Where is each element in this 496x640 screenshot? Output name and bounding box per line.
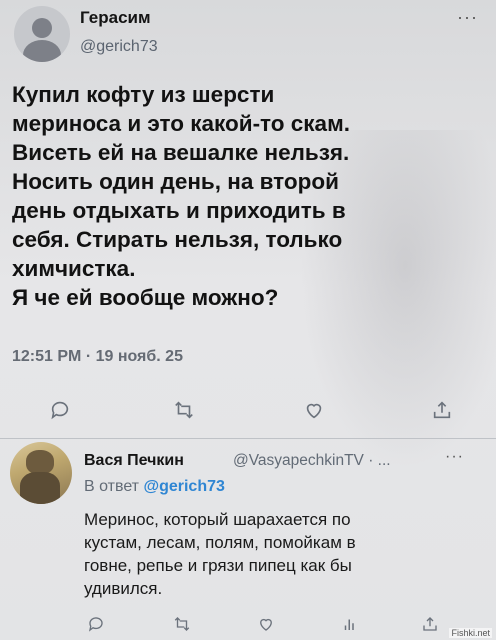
reply-to-prefix: В ответ xyxy=(84,478,140,495)
tweet-timestamp[interactable]: 12:51 PM · 19 нояб. 25 xyxy=(12,348,183,366)
tweet-text-line: Носить один день, на второй xyxy=(12,169,339,194)
like-icon[interactable] xyxy=(302,398,326,422)
share-icon[interactable] xyxy=(430,398,454,422)
reply-to-mention[interactable]: @gerich73 xyxy=(143,478,224,495)
tweet-text-line: себя. Стирать нельзя, только xyxy=(12,227,343,252)
reply-text-line: Меринос, который шарахается по xyxy=(84,510,351,529)
site-watermark: Fishki.net xyxy=(449,628,492,638)
tweet-screenshot: Герасим @gerich73 ··· Купил кофту из шер… xyxy=(0,0,496,640)
reply-more-options-icon[interactable]: ··· xyxy=(445,448,464,466)
tweet-text-line: Купил кофту из шерсти xyxy=(12,82,275,107)
more-options-icon[interactable]: ··· xyxy=(457,8,478,26)
author-display-name[interactable]: Герасим xyxy=(80,8,151,28)
retweet-icon[interactable] xyxy=(172,398,196,422)
reply-actions-bar xyxy=(0,614,496,636)
avatar-creature-head xyxy=(26,450,54,474)
reply-author-name[interactable]: Вася Печкин xyxy=(84,452,184,470)
thread-divider xyxy=(0,438,496,439)
reply-to-line: В ответ @gerich73 xyxy=(84,478,225,496)
avatar-body-shape xyxy=(23,40,61,62)
reply-text-line: кустам, лесам, полям, помойкам в xyxy=(84,533,356,552)
tweet-text-line: Я че ей вообще можно? xyxy=(12,285,279,310)
tweet-actions-bar xyxy=(0,398,496,424)
like-icon[interactable] xyxy=(254,614,278,634)
tweet-text-line: мериноса и это какой-то скам. xyxy=(12,111,350,136)
tweet-text-line: день отдыхать и приходить в xyxy=(12,198,346,223)
reply-text: Меринос, который шарахается по кустам, л… xyxy=(84,508,484,600)
reply-icon[interactable] xyxy=(84,614,108,634)
reply-author-avatar[interactable] xyxy=(10,442,72,504)
tweet-text-line: Висеть ей на вешалке нельзя. xyxy=(12,140,350,165)
reply-author-handle[interactable]: @VasyapechkinTV · ... xyxy=(233,452,391,470)
views-icon[interactable] xyxy=(338,614,362,634)
reply-text-line: удивился. xyxy=(84,579,163,598)
reply-icon[interactable] xyxy=(48,398,72,422)
tweet-text: Купил кофту из шерсти мериноса и это как… xyxy=(12,80,482,312)
reply-text-line: говне, репье и грязи пипец как бы xyxy=(84,556,352,575)
avatar-creature-body xyxy=(20,472,60,504)
avatar-head-shape xyxy=(32,18,52,38)
retweet-icon[interactable] xyxy=(170,614,194,634)
author-avatar[interactable] xyxy=(14,6,70,62)
author-handle[interactable]: @gerich73 xyxy=(80,38,158,56)
share-icon[interactable] xyxy=(418,614,442,634)
tweet-text-line: химчистка. xyxy=(12,256,136,281)
